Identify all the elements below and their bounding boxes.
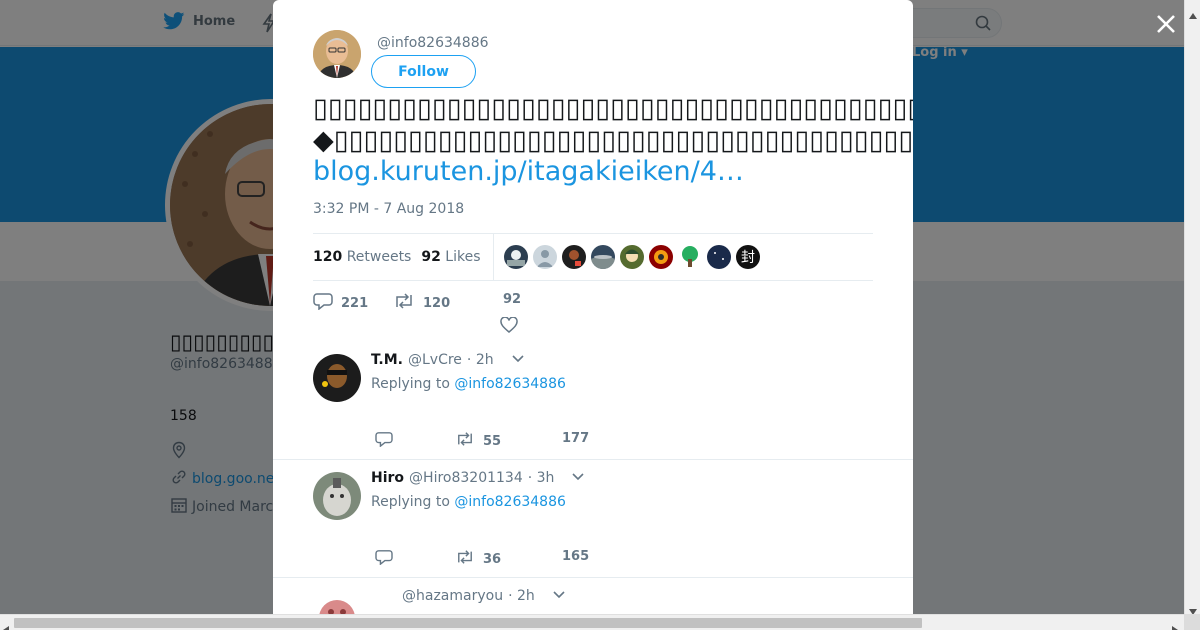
like-action[interactable]: 92 [503, 292, 521, 307]
liker-avatar[interactable] [677, 245, 702, 269]
liker-avatar[interactable]: 封 [735, 245, 760, 269]
tweet-modal: @info82634886 Follow ▯▯▯▯▯▯▯▯▯▯▯▯▯▯▯▯▯▯▯… [273, 0, 913, 614]
tweet-stats: 120 Retweets 92 Likes 封 [313, 233, 873, 281]
liker-avatars: 封 [503, 245, 760, 269]
author-handle[interactable]: @info82634886 [377, 35, 489, 51]
reply-icon [375, 431, 393, 451]
reply-avatar[interactable] [313, 354, 361, 402]
tweet-timestamp[interactable]: 3:32 PM - 7 Aug 2018 [313, 201, 464, 217]
retweet-count: 36 [483, 551, 502, 567]
reply-avatar[interactable] [313, 472, 361, 520]
liker-avatar[interactable] [503, 245, 528, 269]
scroll-up-arrow-icon[interactable] [1189, 4, 1197, 23]
liker-avatar[interactable] [561, 245, 586, 269]
scrollbar-corner [1184, 614, 1200, 630]
reply-icon [313, 292, 333, 314]
scroll-right-arrow-icon[interactable] [1172, 619, 1178, 630]
like-count: 165 [562, 549, 590, 564]
retweet-action[interactable]: 120 [393, 292, 450, 314]
reply-action[interactable] [375, 549, 393, 569]
close-modal-button[interactable] [1153, 11, 1179, 37]
tweet-text-line: ◆▯▯▯▯▯▯▯▯▯▯▯▯▯▯▯▯▯▯▯▯▯▯▯▯▯▯▯▯▯▯▯▯▯▯▯▯▯▯▯… [313, 125, 913, 156]
likes-stat-label: Likes [445, 249, 481, 265]
horizontal-scrollbar[interactable] [0, 614, 1184, 630]
vertical-scrollbar[interactable] [1184, 0, 1200, 615]
liker-avatar[interactable] [648, 245, 673, 269]
author-avatar[interactable] [313, 30, 361, 78]
svg-text:封: 封 [741, 250, 755, 266]
reply-handle[interactable]: @Hiro83201134 [409, 470, 523, 486]
reply-header: @hazamaryou · 2h [397, 588, 566, 604]
replying-to: Replying to @info82634886 [371, 494, 566, 510]
reply-header: Hiro @Hiro83201134 · 3h [371, 470, 585, 486]
reply-handle[interactable]: @LvCre [408, 352, 462, 368]
retweet-icon [455, 431, 475, 451]
liker-avatar[interactable] [619, 245, 644, 269]
stats-divider [492, 233, 494, 281]
like-count: 92 [503, 292, 522, 307]
reply-actions: 55 177 [371, 431, 771, 451]
replying-to-mention[interactable]: @info82634886 [454, 376, 566, 392]
chevron-down-icon[interactable] [552, 588, 566, 604]
retweet-action[interactable]: 36 [455, 549, 501, 569]
retweets-stat[interactable]: 120 Retweets [313, 249, 411, 265]
reply-avatar[interactable] [313, 590, 361, 614]
reply-action[interactable]: 221 [313, 292, 368, 314]
reply-action[interactable] [375, 431, 393, 451]
reply-tweet[interactable]: Hiro @Hiro83201134 · 3h Replying to @inf… [273, 460, 913, 578]
retweets-stat-count: 120 [313, 249, 343, 265]
reply-actions: 36 165 [371, 549, 771, 569]
reply-name[interactable]: T.M. [371, 352, 403, 368]
replying-to-prefix: Replying to [371, 376, 450, 392]
reply-header: T.M. @LvCre · 2h [371, 352, 525, 368]
reply-handle[interactable]: @hazamaryou [402, 588, 503, 604]
replying-to-mention[interactable]: @info82634886 [454, 494, 566, 510]
horizontal-scrollbar-thumb[interactable] [14, 618, 922, 628]
liker-avatar[interactable] [590, 245, 615, 269]
liker-avatar[interactable] [532, 245, 557, 269]
like-count: 177 [562, 431, 590, 446]
close-icon [1157, 15, 1175, 33]
reply-tweet[interactable]: T.M. @LvCre · 2h Replying to @info826348… [273, 340, 913, 460]
chevron-down-icon[interactable] [571, 470, 585, 486]
retweets-stat-label: Retweets [346, 249, 412, 265]
retweet-action[interactable]: 55 [455, 431, 501, 451]
tweet-link[interactable]: blog.kuruten.jp/itagakieiken/4… [313, 156, 744, 188]
like-action[interactable]: 165 [562, 549, 589, 564]
retweet-icon [393, 292, 415, 314]
like-action[interactable]: 177 [562, 431, 589, 446]
tweet-text-line: ▯▯▯▯▯▯▯▯▯▯▯▯▯▯▯▯▯▯▯▯▯▯▯▯▯▯▯▯▯▯▯▯▯▯▯▯▯▯▯▯… [313, 93, 913, 124]
reply-count: 221 [341, 295, 369, 311]
retweet-count: 55 [483, 433, 502, 449]
reply-name[interactable]: Hiro [371, 470, 404, 486]
follow-button[interactable]: Follow [371, 55, 476, 88]
scroll-left-arrow-icon[interactable] [3, 619, 9, 630]
replying-to-prefix: Replying to [371, 494, 450, 510]
reply-tweet[interactable]: @hazamaryou · 2h [273, 578, 913, 614]
reply-time[interactable]: · 3h [528, 470, 555, 486]
retweet-count: 120 [423, 295, 451, 311]
tweet-text: ▯▯▯▯▯▯▯▯▯▯▯▯▯▯▯▯▯▯▯▯▯▯▯▯▯▯▯▯▯▯▯▯▯▯▯▯▯▯▯▯… [313, 93, 913, 157]
liker-avatar[interactable] [706, 245, 731, 269]
heart-icon[interactable] [500, 316, 518, 337]
chevron-down-icon[interactable] [511, 352, 525, 368]
reply-time[interactable]: · 2h [467, 352, 494, 368]
tweet-actions: 221 120 92 [313, 292, 873, 333]
likes-stat-count: 92 [421, 249, 441, 265]
retweet-icon [455, 549, 475, 569]
reply-icon [375, 549, 393, 569]
likes-stat[interactable]: 92 Likes [421, 249, 480, 265]
replying-to: Replying to @info82634886 [371, 376, 566, 392]
reply-time[interactable]: · 2h [508, 588, 535, 604]
